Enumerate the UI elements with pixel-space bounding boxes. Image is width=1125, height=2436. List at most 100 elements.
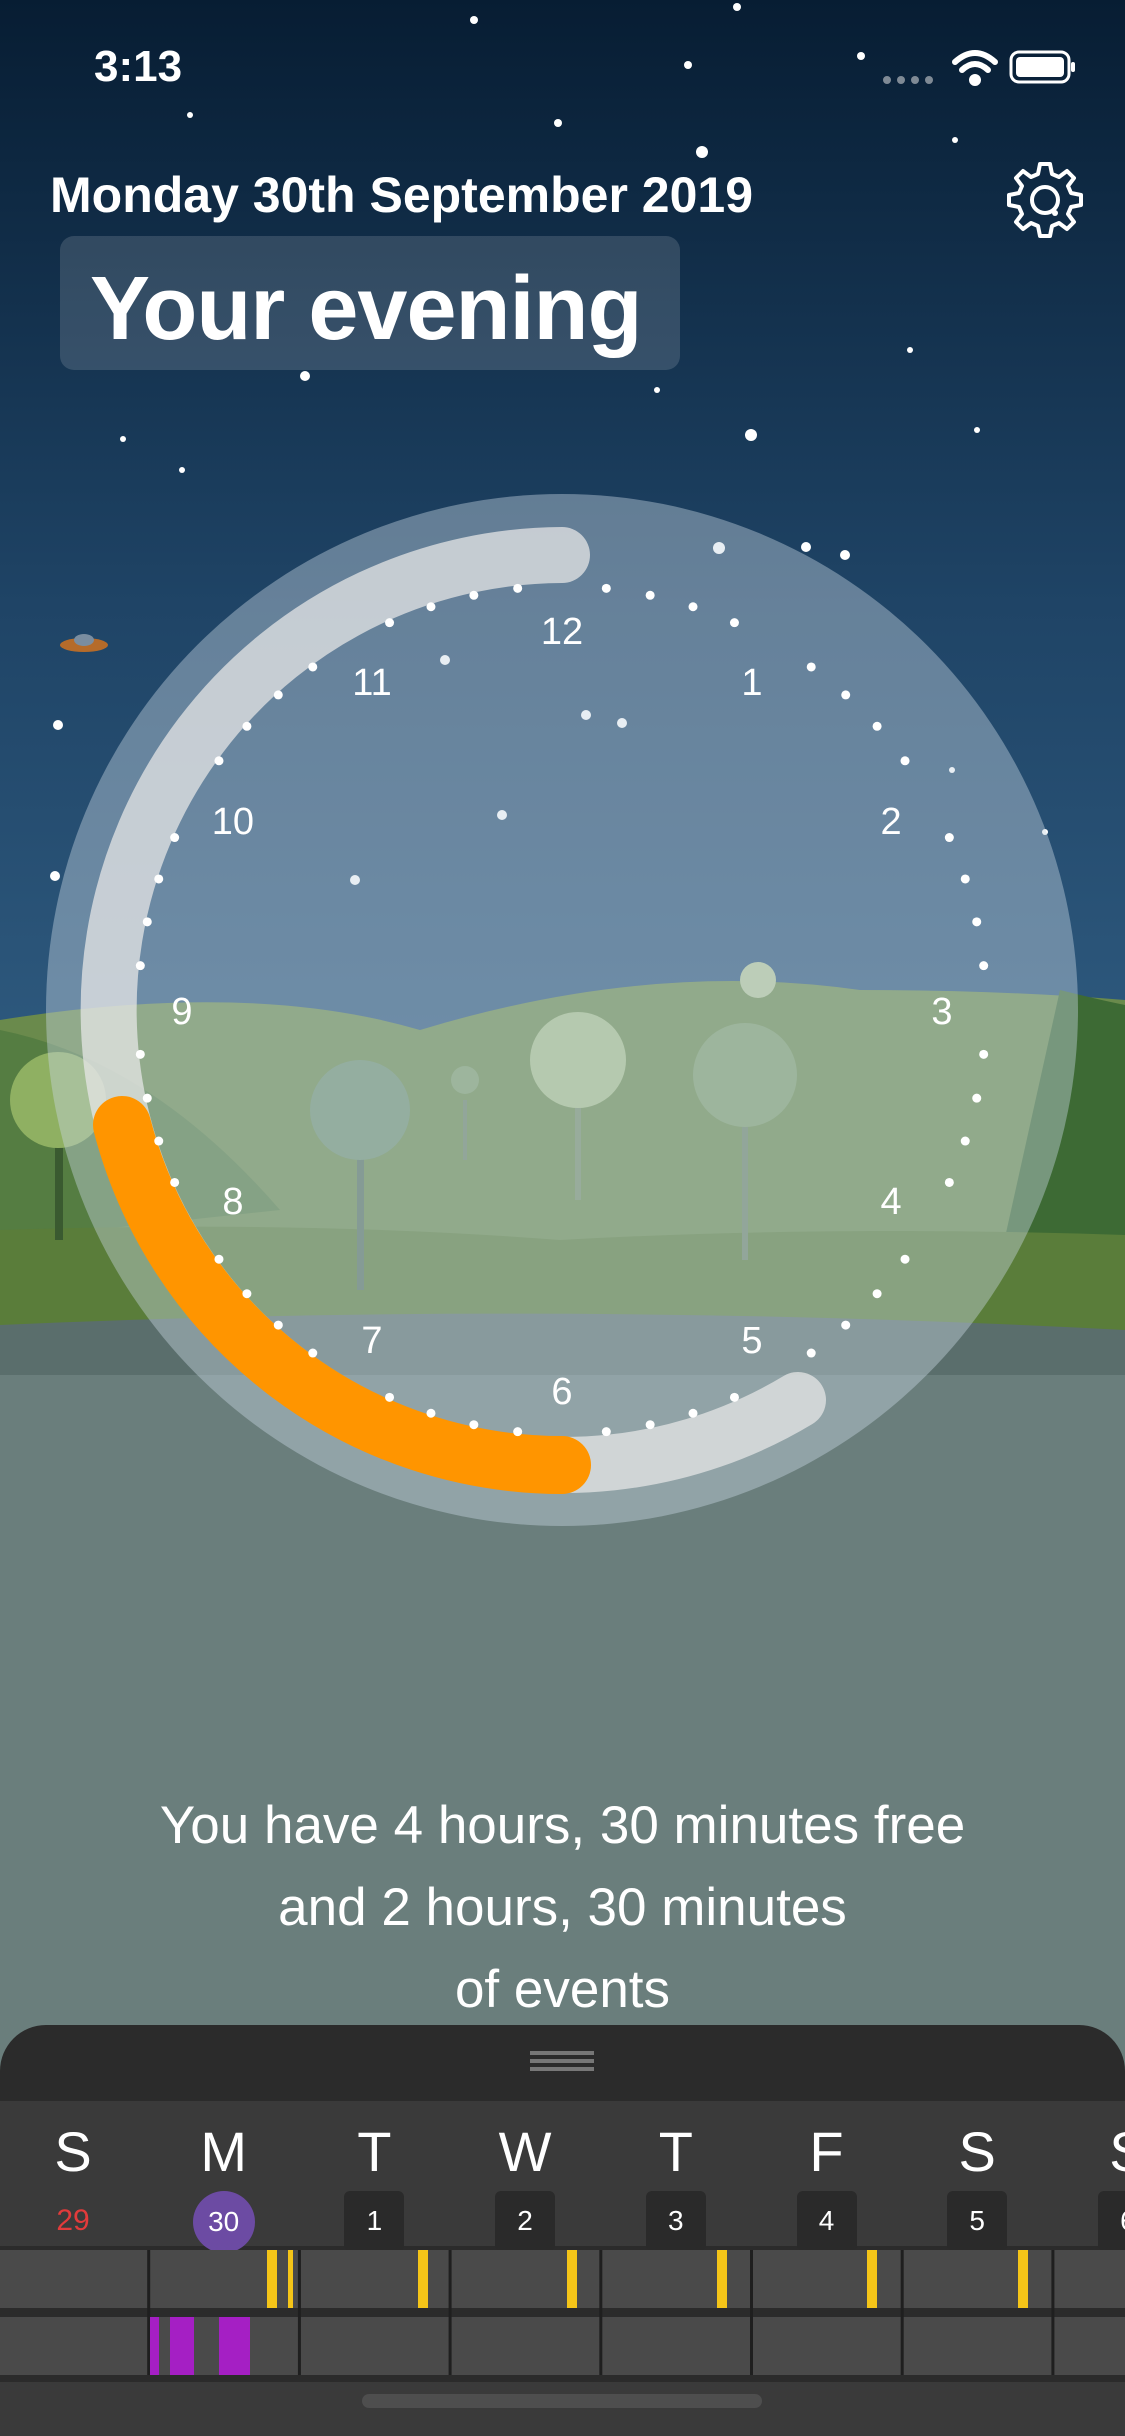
clock-hour-label: 2 [881,801,902,843]
date-label: Monday 30th September 2019 [50,167,754,223]
status-icons [883,50,1075,86]
clock-tick [806,662,816,672]
clock-tick [135,961,145,971]
clock-tick [142,917,152,927]
summary-line-1: You have 4 hours, 30 minutes free [159,1796,966,1855]
day-column[interactable]: T3 [601,2101,751,2251]
clock-tick [944,833,954,843]
clock-tick [154,1136,164,1146]
event-block[interactable] [150,2317,159,2375]
day-number: 1 [344,2191,405,2251]
clock-hour-label: 8 [222,1181,243,1223]
day-divider [750,2250,753,2375]
day-number: 29 [56,2204,90,2237]
clock-tick [972,917,982,927]
clock-tick [273,690,283,700]
clock-tick [469,590,479,600]
day-column[interactable]: S5 [902,2101,1052,2251]
week-strip: S29M30T1W2T3F4S5S6 [0,2101,1125,2253]
clock-hour-label: 6 [551,1371,572,1413]
today-date-badge: 30 [192,2191,255,2253]
clock-tick [972,1093,982,1103]
clock-tick [513,1427,523,1437]
clock-hour-label: 10 [212,801,254,843]
clock-tick [385,618,395,628]
day-letter: M [200,2120,248,2183]
clock-tick [806,1348,816,1358]
time-marker [717,2250,727,2308]
drag-handle-icon[interactable] [530,2051,594,2073]
clock-tick [242,1289,252,1299]
clock-tick [645,590,655,600]
day-column[interactable]: F4 [752,2101,902,2251]
day-divider [900,2250,904,2375]
clock-tick [135,1049,145,1059]
status-time: 3:13 [94,42,183,91]
clock-tick [170,1177,180,1187]
week-bottom-sheet[interactable]: S29M30T1W2T3F4S5S6 [0,2025,1125,2436]
clock-tick [645,1420,655,1430]
day-letter: W [498,2120,552,2183]
clock-tick [688,602,698,612]
clock-tick [729,1392,739,1402]
time-marker [1018,2250,1028,2308]
day-letter: F [809,2120,844,2183]
event-block[interactable] [219,2317,250,2375]
week-timeline [0,2250,1125,2436]
clock-tick [979,961,989,971]
clock-hour-label: 5 [741,1320,762,1362]
clock-tick [513,583,523,593]
clock-hour-label: 12 [541,611,583,653]
day-column[interactable]: T1 [299,2101,449,2251]
timeline-row-2 [0,2317,1125,2375]
clock-tick [308,662,318,672]
clock-tick [308,1348,318,1358]
clock-tick [214,1254,224,1264]
clock-hour-label: 11 [352,662,391,704]
day-column[interactable]: M 30 [149,2101,299,2253]
clock-tick [214,756,224,766]
clock-tick [872,721,882,731]
day-column[interactable]: S 29 [0,2101,148,2246]
day-number: 3 [645,2191,706,2251]
clock-tick [841,690,851,700]
gear-icon[interactable] [1005,160,1085,240]
summary-line-2: and 2 hours, 30 minutes [278,1878,847,1937]
day-number: 5 [947,2191,1008,2251]
clock-tick [900,756,910,766]
day-column[interactable]: W2 [450,2101,600,2251]
clock-tick [385,1392,395,1402]
day-divider [599,2250,603,2375]
clock-tick [979,1049,989,1059]
day-column[interactable]: S6 [1053,2101,1125,2251]
battery-icon [1009,50,1075,84]
clock-tick [154,874,164,884]
clock-tick [729,618,739,628]
summary-line-3: of events [454,1960,671,2019]
clock-tick [841,1320,851,1330]
title-box: Your evening [60,236,680,370]
clock-tick [426,602,436,612]
time-marker [867,2250,877,2308]
clock-hour-label: 4 [881,1181,902,1223]
free-time-summary: You have 4 hours, 30 minutes free and 2 … [0,1785,1125,2031]
clock-tick [601,583,611,593]
event-block[interactable] [170,2317,194,2375]
clock-tick [960,874,970,884]
clock-hour-label: 7 [361,1320,382,1362]
day-letter: T [658,2120,693,2183]
day-number: 2 [495,2191,556,2251]
timeline-row-1 [0,2250,1125,2308]
clock-tick [960,1136,970,1146]
day-divider [297,2250,301,2375]
clock-tick [688,1408,698,1418]
day-letter: S [958,2120,996,2183]
time-marker [418,2250,428,2308]
home-indicator [362,2394,762,2408]
day-letter: S [54,2120,92,2183]
clock-tick [900,1254,910,1264]
timeline-row-3 [0,2382,1125,2436]
time-marker [567,2250,577,2308]
cellular-dots-icon [883,76,933,84]
clock-hour-label: 9 [171,991,192,1033]
